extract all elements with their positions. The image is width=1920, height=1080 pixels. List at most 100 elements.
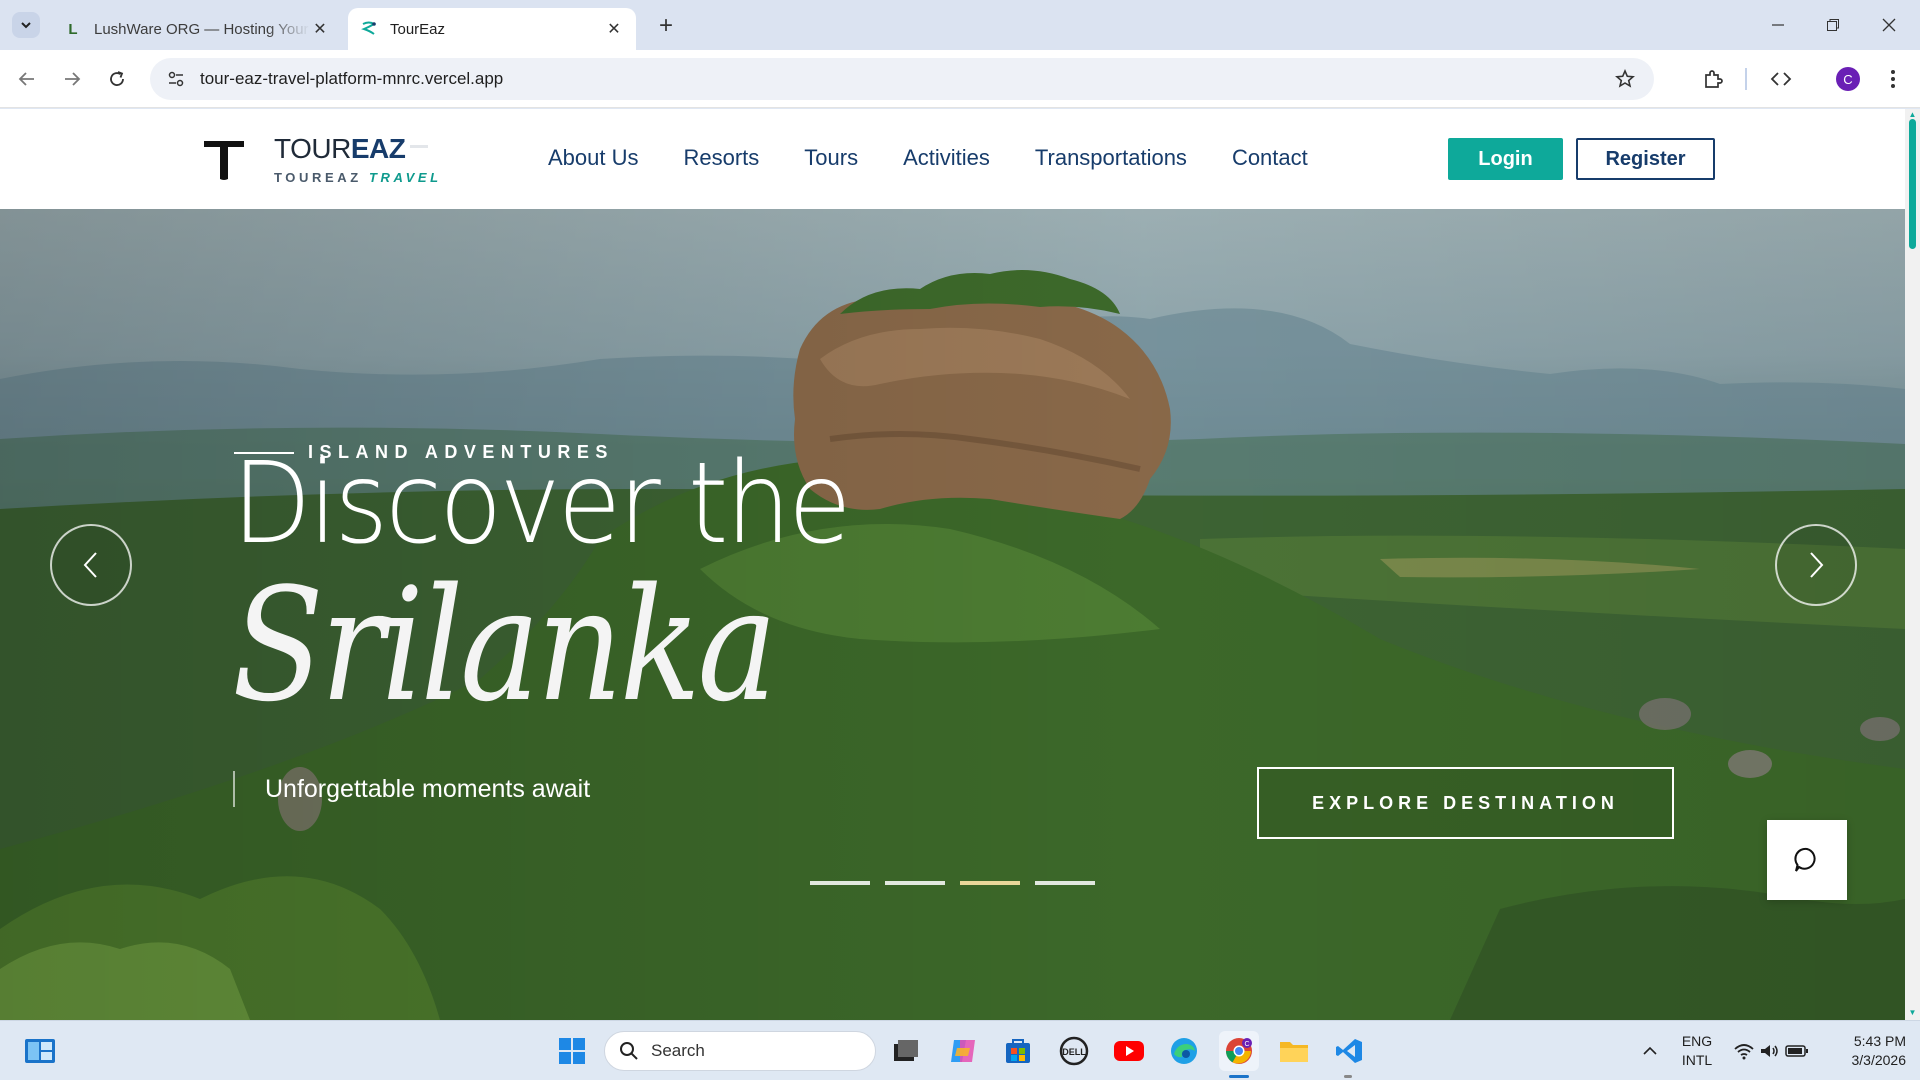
clock-time: 5:43 PM [1853,1033,1906,1049]
taskbar-app-chrome[interactable]: C [1219,1031,1259,1071]
slide-indicator[interactable] [1035,881,1095,885]
reload-icon [110,71,124,86]
chevron-down-icon [21,22,31,29]
close-window-button[interactable] [1874,10,1904,40]
taskbar-search[interactable]: Search [604,1031,876,1071]
vscode-running-indicator [1344,1075,1352,1078]
scroll-down-icon[interactable]: ▼ [1908,1009,1917,1017]
nav-link-about-us[interactable]: About Us [548,145,639,171]
svg-text:C: C [1244,1041,1249,1048]
nav-link-resorts[interactable]: Resorts [684,145,760,171]
youtube-icon [1114,1041,1144,1061]
clock[interactable]: 5:43 PM 3/3/2026 [1826,1032,1907,1070]
site-header: TOUREAZ TOUREAZ TRAVEL About Us Resorts … [0,109,1905,209]
windows-logo-icon [559,1038,585,1064]
devtools-button[interactable] [1766,64,1796,94]
taskbar-app-dell[interactable]: DELL [1054,1031,1094,1071]
toureaz-favicon [360,20,378,38]
toolbar-separator [1745,68,1747,90]
folder-icon [1280,1042,1308,1062]
widgets-icon [25,1039,55,1063]
tagline-bar [233,771,235,807]
slide-indicator-active[interactable] [960,881,1020,885]
new-tab-button[interactable]: + [652,12,680,40]
address-bar[interactable]: tour-eaz-travel-platform-mnrc.vercel.app [150,58,1654,100]
page-viewport: TOUREAZ TOUREAZ TRAVEL About Us Resorts … [0,109,1920,1020]
browser-tab-lushware[interactable]: L LushWare ORG — Hosting Your ✕ [52,8,342,50]
nav-link-transportations[interactable]: Transportations [1035,145,1187,171]
scrollbar-thumb[interactable] [1909,119,1916,249]
show-hidden-icons-button[interactable] [1630,1031,1670,1071]
hero-tagline-text: Unforgettable moments await [265,774,591,803]
chevron-up-icon [1643,1046,1657,1055]
logo-subtitle: TOUREAZ TRAVEL [274,170,442,185]
microsoft-store-icon [1006,1039,1030,1063]
nav-link-contact[interactable]: Contact [1232,145,1308,171]
close-icon [1882,18,1896,32]
clock-date: 3/3/2026 [1851,1052,1907,1068]
kebab-menu-icon [1891,70,1895,88]
restore-window-button[interactable] [1818,10,1848,40]
url-text[interactable]: tour-eaz-travel-platform-mnrc.vercel.app [200,69,503,89]
slider-next-button[interactable] [1775,524,1857,606]
windows-taskbar: Search DELL C ENG INTL 5:43 PM 3/3/2026 [0,1020,1920,1080]
back-button[interactable] [12,64,42,94]
wifi-icon [1734,1044,1754,1060]
widgets-button[interactable] [20,1031,60,1071]
main-navigation: About Us Resorts Tours Activities Transp… [548,145,1353,171]
slider-prev-button[interactable] [50,524,132,606]
hero-headline-line2: Srilanka [232,554,777,736]
logo-wordmark[interactable]: TOUREAZ [274,133,406,165]
minimize-window-button[interactable] [1763,10,1793,40]
taskbar-app-file-explorer[interactable] [1274,1031,1314,1071]
scroll-up-icon[interactable]: ▲ [1908,111,1917,119]
close-tab-icon[interactable]: ✕ [604,19,624,39]
logo-dash-decoration [410,145,428,148]
tune-icon [168,71,184,87]
chat-bubble-icon [1794,847,1816,872]
profile-avatar[interactable]: C [1836,67,1860,91]
edge-icon [1171,1038,1197,1064]
language-indicator[interactable]: ENG INTL [1676,1032,1718,1070]
volume-icon [1761,1045,1778,1057]
taskbar-app-store[interactable] [998,1031,1038,1071]
quick-settings-button[interactable] [1725,1031,1817,1071]
bookmark-star-button[interactable] [1610,64,1640,94]
site-info-button[interactable] [156,64,196,94]
browser-menu-button[interactable] [1878,64,1908,94]
start-button[interactable] [552,1031,592,1071]
login-button[interactable]: Login [1448,138,1563,180]
forward-button[interactable] [57,64,87,94]
nav-link-activities[interactable]: Activities [903,145,990,171]
extensions-button[interactable] [1698,64,1728,94]
keyboard-layout: INTL [1681,1052,1713,1068]
close-tab-icon[interactable]: ✕ [310,19,330,39]
slider-indicators [810,881,1095,885]
slide-indicator[interactable] [885,881,945,885]
chevron-left-icon [83,552,97,578]
tab-title: LushWare ORG — Hosting Your [94,20,309,38]
chat-button[interactable] [1767,820,1847,900]
task-view-icon [894,1040,918,1061]
taskbar-app-youtube[interactable] [1109,1031,1149,1071]
nav-link-tours[interactable]: Tours [804,145,858,171]
browser-tab-toureaz[interactable]: TourEaz ✕ [348,8,636,50]
taskbar-app-copilot[interactable] [943,1031,983,1071]
taskbar-app-task-view[interactable] [886,1031,926,1071]
taskbar-app-edge[interactable] [1164,1031,1204,1071]
taskbar-app-vscode[interactable] [1329,1031,1369,1071]
toureaz-logo-icon[interactable] [204,139,244,181]
explore-destination-button[interactable]: EXPLORE DESTINATION [1257,767,1674,839]
language-code: ENG [1681,1033,1713,1049]
chevron-right-icon [1810,552,1824,578]
slide-indicator[interactable] [810,881,870,885]
page-scrollbar[interactable]: ▲ ▼ [1905,109,1920,1020]
lushware-favicon: L [68,20,78,38]
back-arrow-icon [18,72,34,86]
reload-button[interactable] [102,64,132,94]
chrome-icon: C [1225,1038,1252,1064]
forward-arrow-icon [65,72,81,86]
chrome-active-indicator [1229,1075,1249,1078]
register-button[interactable]: Register [1576,138,1715,180]
tab-search-button[interactable] [12,12,40,38]
